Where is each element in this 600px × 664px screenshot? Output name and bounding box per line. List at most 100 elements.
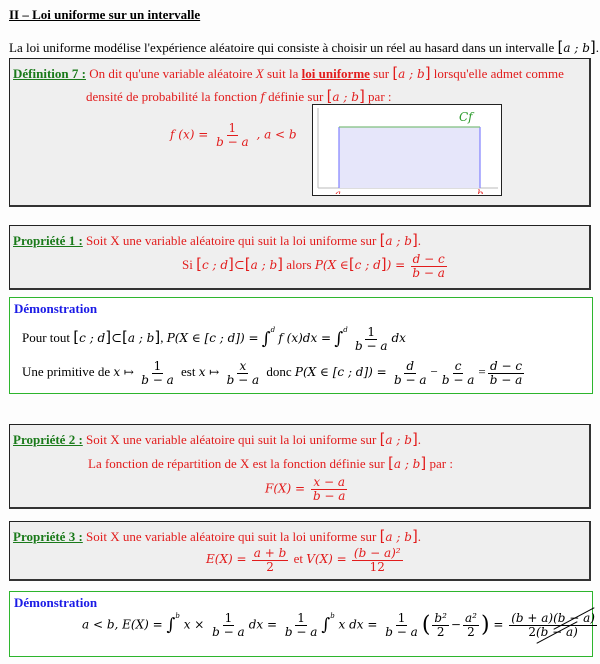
minus: − [450,617,461,632]
numerator: b² [432,611,449,626]
factor: (b + a) [511,611,554,625]
interval-cd: c ; d [354,258,381,273]
intro-text: La loi uniforme modélise l'expérience al… [9,40,555,55]
formula-lhs: F(X) = [265,481,306,496]
numerator: a + b [251,546,289,561]
definition-line-1: Définition 7 : On dit qu'une variable al… [13,64,564,82]
moments-formula: E(X) = a + b2 et V(X) = (b − a)² 12 [206,547,405,573]
demonstration-1-line-1: Pour tout [c ; d]⊂[a ; b], P(X ∈ [c ; d]… [22,325,406,353]
property-2-label: Propriété 2 : [13,432,83,447]
interval-cd: c ; d [201,258,229,273]
var-f: f [260,90,265,104]
text: est [181,364,196,380]
denominator: b − a [226,372,260,387]
demonstration-label: Démonstration [14,595,98,610]
subset-symbol: ⊂ [233,257,245,273]
fraction: xb − a [225,360,262,386]
text: suit la [267,66,299,81]
term-loi-uniforme: loi uniforme [301,66,370,81]
derivation-start: a < b, E(X) = [82,617,163,632]
fraction: cb − a [440,360,477,386]
definition-box: Définition 7 : On dit qu'une variable al… [9,58,591,207]
numerator: x − a [311,475,347,490]
numerator: 1 [365,325,378,340]
text: La fonction de répartition de X est la f… [88,456,385,471]
var-x: X [255,66,264,81]
demonstration-label: Démonstration [14,301,98,316]
integrand: f (x)dx = [278,331,332,346]
x-label-b: b [477,189,483,194]
integrand: x × [183,617,205,632]
fraction: 1b − a [214,122,251,148]
density-area [339,127,480,188]
fraction: a + b2 [251,546,289,574]
denominator: b − a [489,372,523,387]
property-3-label: Propriété 3 : [13,529,83,544]
text: donc [266,364,292,380]
fraction: (b − a)² 12 [351,546,403,574]
denominator: b − a [216,134,249,149]
numerator: 1 [295,611,307,626]
denominator: b − a [354,338,388,353]
property-3-line-1: Propriété 3 : Soit X une variable aléato… [13,527,422,545]
numerator: d [404,359,417,374]
fraction: x − ab − a [311,476,348,502]
text: alors [286,257,312,273]
denominator: 2 [266,559,274,574]
integral-limit: b [175,612,180,620]
interval-ab: a ; b [332,90,359,104]
numerator: c [452,359,464,374]
prob-expr: P(X ∈ [c ; d]) = [166,331,259,346]
text: lorsqu'elle admet comme [433,66,564,81]
text: Soit X une variable aléatoire qui suit l… [86,432,377,447]
numerator: 1 [395,611,408,626]
interval-ab: a ; b [398,67,425,81]
interval-ab: a ; b [563,41,590,55]
fraction: 1b − a [353,326,390,352]
integral-limit: b [330,612,335,620]
fraction: 1b − a [139,360,176,386]
text: sur [373,66,390,81]
formula-lhs: f (x) = [170,127,209,142]
denominator: b − a [385,624,418,639]
dx: dx = [248,617,278,632]
condition: , a < b [256,127,297,142]
demonstration-1-line-2: Une primitive de x ↦ 1b − a est x ↦ xb −… [22,359,525,387]
density-formula: f (x) = 1b − a , a < b [170,122,297,148]
numerator: (b − a)² [351,546,403,561]
interval-ab: a ; b [127,331,155,346]
factor: 2 [528,624,536,639]
expectation-derivation: a < b, E(X) = ∫b x × 1b − a dx = 1b − a ∫b… [82,611,597,639]
denominator: 2 [436,624,445,639]
prob-lhs: P(X ∈ [314,258,349,273]
text: Soit X une variable aléatoire qui suit l… [86,529,377,544]
text: densité de probabilité la fonction [86,89,258,104]
property-1-line-1: Propriété 1 : Soit X une variable aléato… [13,231,422,249]
denominator: 12 [369,559,385,574]
denominator: b − a [141,372,174,387]
interval-ab: a ; b [393,457,421,471]
text: Une primitive de [22,364,111,380]
fraction: b² 2 [432,612,449,638]
definition-label: Définition 7 : [13,66,86,81]
section-title: II – Loi uniforme sur un intervalle [9,7,201,22]
demonstration-2-box: Démonstration a < b, E(X) = ∫b x × 1b − … [9,591,597,657]
fraction: (b + a)(b − a) 2(b − a) [509,612,597,638]
interval-ab: a ; b [385,433,412,447]
text: Si [182,257,193,273]
bracket: ] [589,38,596,56]
denominator: b − a [412,265,445,280]
integrand: x dx = [338,617,378,632]
fraction: 1b − a [383,612,420,638]
property-1-formula: Si [c ; d]⊂[a ; b] alors P(X ∈[c ; d]) =… [182,252,447,280]
text: Pour tout [22,330,71,346]
integral-limit: d [270,326,276,334]
integral-limit: d [343,326,348,334]
prob-expr: P(X ∈ [c ; d]) = [294,365,387,380]
fraction: a² 2 [462,612,479,638]
text: et [293,551,303,567]
property-1-label: Propriété 1 : [13,233,83,248]
denominator: b − a [212,624,245,639]
x-label-a: a [335,189,341,194]
numerator: d − c [410,252,447,267]
